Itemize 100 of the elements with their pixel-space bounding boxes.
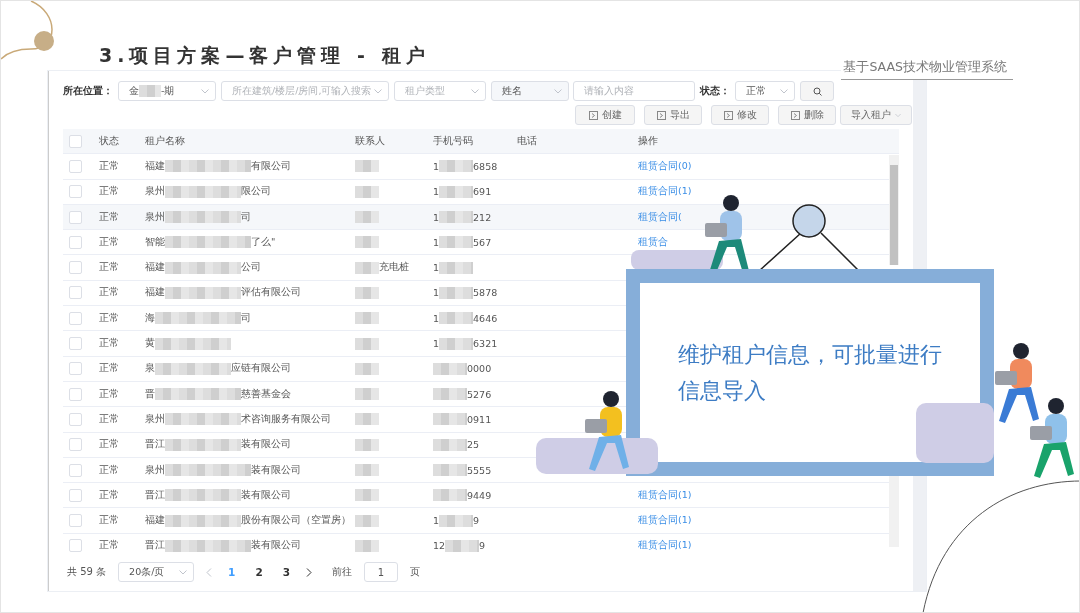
- location-select[interactable]: 金 -期: [118, 81, 216, 101]
- checkbox[interactable]: [69, 412, 82, 426]
- toolbar-button[interactable]: 创建: [575, 105, 635, 125]
- page-size-select[interactable]: 20条/页: [118, 562, 195, 582]
- blurred-cell: [355, 539, 379, 552]
- checkbox[interactable]: [69, 362, 82, 376]
- checkbox[interactable]: [69, 286, 82, 300]
- table-cell: 正常: [99, 412, 119, 426]
- page-number[interactable]: 2: [251, 566, 267, 578]
- page-number[interactable]: 3: [278, 566, 295, 578]
- scrollbar[interactable]: [889, 474, 899, 547]
- contract-link[interactable]: 租赁合同(: [638, 210, 682, 224]
- table-cell: 正常: [99, 488, 119, 502]
- checkbox[interactable]: [69, 185, 82, 199]
- goto-label: 前往: [332, 565, 353, 579]
- table-cell: 海 司: [145, 311, 251, 325]
- document-icon: [723, 110, 733, 120]
- contract-link[interactable]: 租赁合同(1): [638, 514, 692, 528]
- table-cell: 1 9: [433, 514, 480, 527]
- field-label: 状态：: [700, 84, 730, 98]
- column-header: 联系人: [355, 134, 385, 148]
- table-cell: 智能 了么": [145, 235, 276, 249]
- toolbar-button[interactable]: 导出: [644, 105, 702, 125]
- table-cell: 正常: [99, 438, 119, 452]
- checkbox[interactable]: [69, 210, 82, 224]
- caret-icon: [201, 88, 209, 94]
- column-header: 手机号码: [433, 134, 473, 148]
- table-cell: 晋江 装有限公司: [145, 438, 291, 452]
- checkbox[interactable]: [69, 159, 82, 173]
- blurred-cell: [355, 312, 379, 325]
- table-cell: 福建 评估有限公司: [145, 286, 301, 300]
- checkbox[interactable]: [69, 488, 82, 502]
- blurred-cell: [355, 388, 379, 401]
- field-select[interactable]: 姓名: [491, 81, 569, 101]
- table-cell: 正常: [99, 362, 119, 376]
- import-dropdown[interactable]: 导入租户: [840, 105, 912, 125]
- contract-link[interactable]: 租赁合同(1): [638, 488, 692, 502]
- table-cell: 1 212: [433, 211, 492, 224]
- table-cell: 泉州 术咨询服务有限公司: [145, 412, 331, 426]
- blurred-cell: [355, 236, 379, 249]
- checkbox[interactable]: [69, 463, 82, 477]
- table-cell: 1: [433, 261, 474, 274]
- checkbox[interactable]: [69, 539, 82, 553]
- column-header: 操作: [638, 134, 658, 148]
- next-icon[interactable]: [306, 567, 313, 577]
- table-cell: 正常: [99, 311, 119, 325]
- table-cell: 正常: [99, 159, 119, 173]
- table-cell: 正常: [99, 286, 119, 300]
- table-cell: 9449: [433, 489, 492, 502]
- table-cell: 福建 股份有限公司（空置房）: [145, 514, 351, 528]
- table-cell: 25: [433, 438, 480, 451]
- page-input[interactable]: 1: [364, 562, 399, 582]
- blurred-cell: [355, 286, 379, 299]
- table-cell: 0000: [433, 362, 492, 375]
- table-cell: 5555: [433, 464, 492, 476]
- blurred-cell: [355, 489, 379, 502]
- caret-icon: [374, 88, 382, 94]
- scrollbar[interactable]: [889, 155, 899, 265]
- blurred-cell: [355, 362, 379, 375]
- table-cell: 12 9: [433, 539, 486, 552]
- table-cell: 正常: [99, 210, 119, 224]
- checkbox[interactable]: [69, 235, 82, 249]
- checkbox[interactable]: [69, 438, 82, 452]
- contract-link[interactable]: 租赁合同(0): [638, 159, 692, 173]
- search-button[interactable]: [800, 81, 834, 101]
- table-cell: 正常: [99, 235, 119, 249]
- caret-icon: [179, 569, 188, 575]
- table-cell: 1 691: [433, 185, 492, 198]
- toolbar-button[interactable]: 修改: [711, 105, 769, 125]
- table-cell: 1 4646: [433, 312, 498, 325]
- page-suffix: 页: [410, 565, 421, 579]
- toolbar-button[interactable]: 删除: [778, 105, 836, 125]
- blurred-cell: [355, 464, 379, 476]
- checkbox[interactable]: [69, 311, 82, 325]
- previous-icon[interactable]: [206, 567, 213, 577]
- table-cell: 正常: [99, 387, 119, 401]
- checkbox[interactable]: [69, 514, 82, 528]
- table-cell: 晋江 装有限公司: [145, 488, 291, 502]
- document-icon: [588, 110, 598, 120]
- table-cell: 正常: [99, 185, 119, 199]
- table-cell: 晋 慈善基金会: [145, 387, 291, 401]
- document-icon: [656, 110, 666, 120]
- table-cell: 泉州 装有限公司: [145, 463, 301, 477]
- table-cell: 泉 应链有限公司: [145, 362, 291, 376]
- table-cell: 泉州 司: [145, 210, 251, 224]
- checkbox[interactable]: [69, 337, 82, 350]
- checkbox[interactable]: [69, 261, 82, 275]
- checkbox[interactable]: [69, 387, 82, 401]
- checkbox[interactable]: [69, 134, 82, 148]
- contract-link[interactable]: 租赁合同(1): [638, 539, 692, 553]
- table-cell: 正常: [99, 463, 119, 477]
- caret-icon: [554, 88, 562, 94]
- table-cell: 黄: [145, 337, 231, 350]
- caret-icon: [471, 88, 479, 94]
- status-select[interactable]: 正常: [735, 81, 795, 101]
- contract-link[interactable]: 租赁合: [638, 235, 668, 249]
- column-header: 电话: [517, 134, 537, 148]
- blurred-cell: [355, 337, 379, 350]
- table-cell: 福建 公司: [145, 261, 261, 275]
- contract-link[interactable]: 租赁合同(1): [638, 185, 692, 199]
